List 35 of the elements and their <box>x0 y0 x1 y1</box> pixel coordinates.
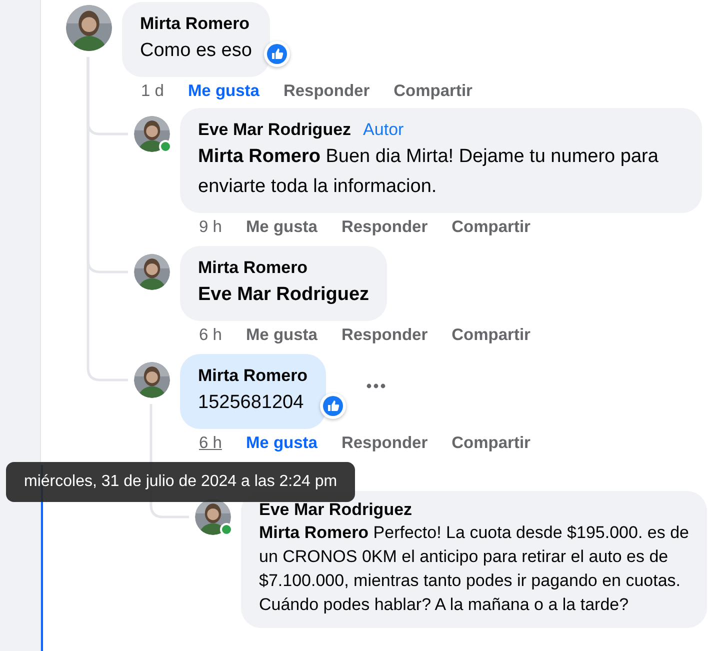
avatar[interactable] <box>134 362 170 398</box>
reply-button[interactable]: Responder <box>341 326 428 344</box>
comment-time[interactable]: 6 h <box>199 326 222 344</box>
like-button[interactable]: Me gusta <box>188 82 260 100</box>
like-reaction-icon[interactable] <box>320 393 346 419</box>
comment-text: Mirta Romero Buen dia Mirta! Dejame tu numero para enviarte toda la informacion. <box>198 145 660 199</box>
avatar[interactable] <box>66 5 112 51</box>
like-reaction-icon[interactable] <box>264 41 290 67</box>
comment-time[interactable]: 6 h <box>199 434 222 452</box>
like-button[interactable]: Me gusta <box>246 326 318 344</box>
like-button[interactable]: Me gusta <box>246 434 318 452</box>
author-name[interactable]: Mirta Romero <box>198 364 308 388</box>
author-name[interactable]: Eve Mar Rodriguez <box>198 118 352 142</box>
author-name[interactable]: Mirta Romero <box>198 256 308 280</box>
avatar[interactable] <box>134 116 170 152</box>
like-button[interactable]: Me gusta <box>246 218 318 236</box>
date-tooltip: miércoles, 31 de julio de 2024 a las 2:24 pm <box>6 462 356 502</box>
reply-button[interactable]: Responder <box>341 434 428 452</box>
author-name[interactable]: Mirta Romero <box>140 12 250 36</box>
avatar[interactable] <box>134 254 170 290</box>
comment-text: 1525681204 <box>198 391 305 415</box>
share-button[interactable]: Compartir <box>452 218 530 236</box>
author-name[interactable]: Eve Mar Rodriguez <box>259 499 412 521</box>
share-button[interactable]: Compartir <box>452 434 530 452</box>
comment-time[interactable]: 9 h <box>199 218 222 236</box>
comment-text: Como es eso <box>140 39 252 63</box>
ellipsis-icon[interactable] <box>366 382 386 388</box>
comment-text: Mirta Romero Perfecto! La cuota desde $195.000. es de un CRONOS 0KM el anticipo para retirar el auto es de $7.100.000, mientras tanto podes ir pagando en cuotas. Cuándo podes hablar? A la mañana o a la tarde? <box>259 522 689 616</box>
reply-button[interactable]: Responder <box>341 218 428 236</box>
comment-time[interactable]: 1 d <box>141 82 164 100</box>
share-button[interactable]: Compartir <box>452 326 530 344</box>
author-badge[interactable]: Autor <box>363 118 404 142</box>
reply-button[interactable]: Responder <box>283 82 370 100</box>
share-button[interactable]: Compartir <box>394 82 472 100</box>
comment-text: Eve Mar Rodriguez <box>198 283 370 307</box>
